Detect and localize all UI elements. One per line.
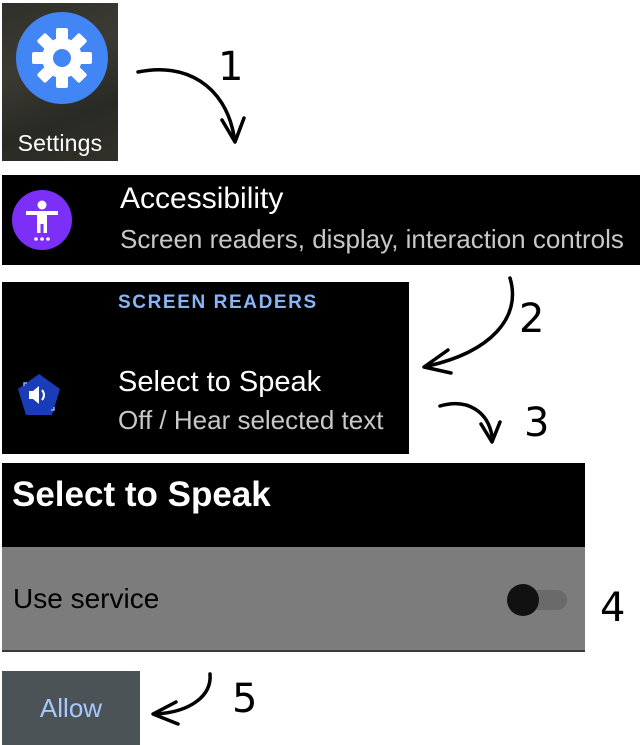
step-5-arrow: [151, 672, 212, 726]
step-number-5: 5: [232, 676, 258, 722]
